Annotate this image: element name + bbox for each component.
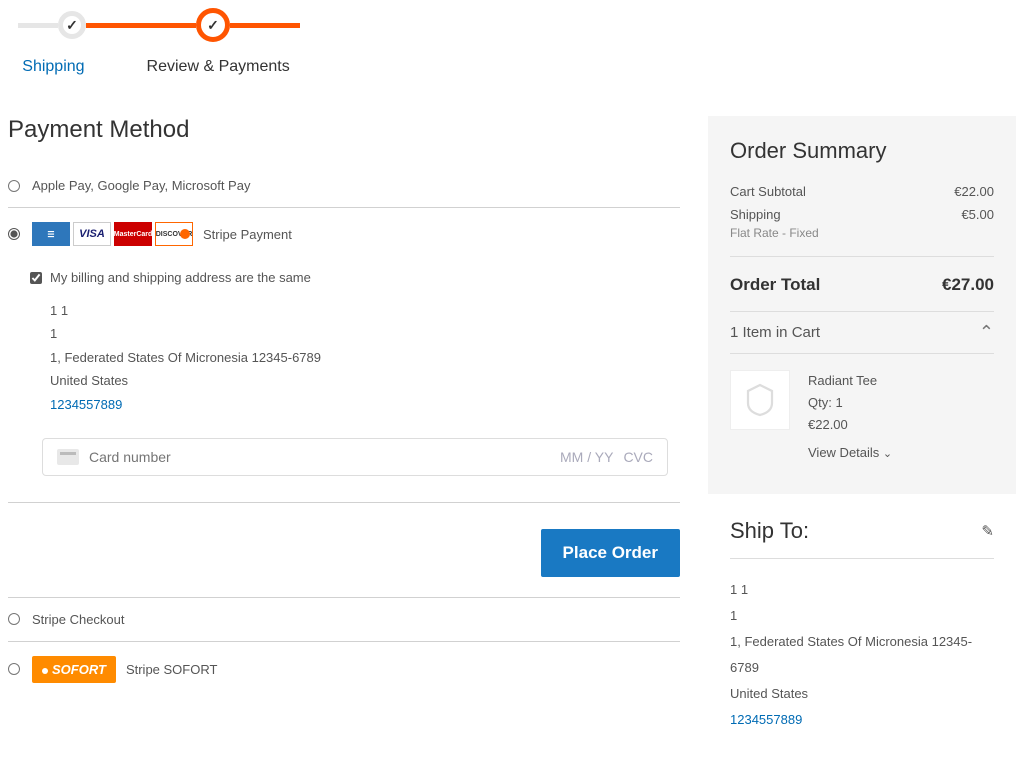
order-summary: Order Summary Cart Subtotal €22.00 Shipp… [708,116,1016,494]
progress-connector [230,23,300,28]
billing-address: 1 1 1 1, Federated States Of Micronesia … [30,299,680,416]
billing-section: My billing and shipping address are the … [8,260,680,503]
addr-line2: 1, Federated States Of Micronesia 12345-… [730,629,994,681]
chevron-down-icon: ⌄ [883,448,892,460]
item-thumbnail [730,370,790,430]
view-details-toggle[interactable]: View Details ⌄ [808,442,892,464]
addr-country: United States [730,681,994,707]
cart-items-toggle[interactable]: 1 Item in Cart ⌃ [730,311,994,354]
addr-line1: 1 [50,322,680,345]
item-qty: Qty: 1 [808,392,892,414]
addr-name: 1 1 [50,299,680,322]
payment-heading: Payment Method [8,116,680,144]
subtotal-value: €22.00 [954,184,994,199]
method-label: Stripe Payment [203,227,292,242]
mastercard-icon: MasterCard [114,222,152,246]
amex-icon: ☰ [32,222,70,246]
review-step-label: Review & Payments [147,58,290,76]
radio-stripe-checkout[interactable] [8,613,20,625]
chevron-up-icon: ⌃ [979,322,994,343]
billing-same-label: My billing and shipping address are the … [50,270,311,285]
addr-phone[interactable]: 1234557889 [730,707,994,733]
billing-same-checkbox[interactable] [30,272,42,284]
shipto-address: 1 1 1 1, Federated States Of Micronesia … [730,577,994,733]
sofort-icon: SOFORT [32,656,116,683]
ship-to-section: Ship To: ✎ 1 1 1 1, Federated States Of … [708,518,1016,733]
addr-phone[interactable]: 1234557889 [50,393,680,416]
visa-icon: VISA [73,222,111,246]
method-label: Stripe SOFORT [126,662,218,677]
shipto-title: Ship To: [730,518,809,544]
progress-connector [86,23,196,28]
payment-method-stripe[interactable]: ☰ VISA MasterCard DISCOVER Stripe Paymen… [8,207,680,260]
progress-connector [18,23,58,28]
method-label: Stripe Checkout [32,612,125,627]
total-label: Order Total [730,275,820,295]
cart-count: 1 Item in Cart [730,324,820,341]
divider [730,256,994,257]
shipping-sub: Flat Rate - Fixed [730,226,819,240]
shipping-step-label[interactable]: Shipping [22,58,84,76]
check-icon: ✓ [207,17,219,34]
radio-stripe-payment[interactable] [8,228,20,240]
discover-icon: DISCOVER [155,222,193,246]
review-step-circle[interactable]: ✓ [196,8,230,42]
radio-stripe-sofort[interactable] [8,663,20,675]
place-order-button[interactable]: Place Order [541,529,680,577]
total-value: €27.00 [942,275,994,295]
payment-method-apple-google-ms[interactable]: Apple Pay, Google Pay, Microsoft Pay [8,164,680,207]
card-icon [57,449,79,465]
method-label: Apple Pay, Google Pay, Microsoft Pay [32,178,250,193]
item-name: Radiant Tee [808,370,892,392]
item-price: €22.00 [808,414,892,436]
shipping-step-circle[interactable]: ✓ [58,11,86,39]
checkout-progress: ✓ ✓ Shipping Review & Payments [8,8,1016,76]
card-number-field[interactable] [89,449,560,465]
payment-main: Payment Method Apple Pay, Google Pay, Mi… [8,116,680,733]
edit-icon[interactable]: ✎ [981,522,994,540]
sidebar: Order Summary Cart Subtotal €22.00 Shipp… [708,116,1016,733]
addr-line1: 1 [730,603,994,629]
subtotal-label: Cart Subtotal [730,184,806,199]
card-input[interactable]: MM / YY CVC [42,438,668,476]
placeholder-icon [742,382,778,418]
check-icon: ✓ [66,17,78,34]
payment-method-stripe-checkout[interactable]: Stripe Checkout [8,597,680,641]
payment-method-stripe-sofort[interactable]: SOFORT Stripe SOFORT [8,641,680,697]
cart-item: Radiant Tee Qty: 1 €22.00 View Details ⌄ [730,354,994,464]
card-cvc[interactable]: CVC [623,449,653,465]
shipping-value: €5.00 [961,207,994,222]
addr-country: United States [50,369,680,392]
card-brand-icons: ☰ VISA MasterCard DISCOVER [32,222,193,246]
addr-name: 1 1 [730,577,994,603]
card-mmyy[interactable]: MM / YY [560,449,613,465]
shipping-label: Shipping [730,207,781,222]
addr-line2: 1, Federated States Of Micronesia 12345-… [50,346,680,369]
radio-apple-google-ms[interactable] [8,180,20,192]
summary-title: Order Summary [730,138,994,164]
